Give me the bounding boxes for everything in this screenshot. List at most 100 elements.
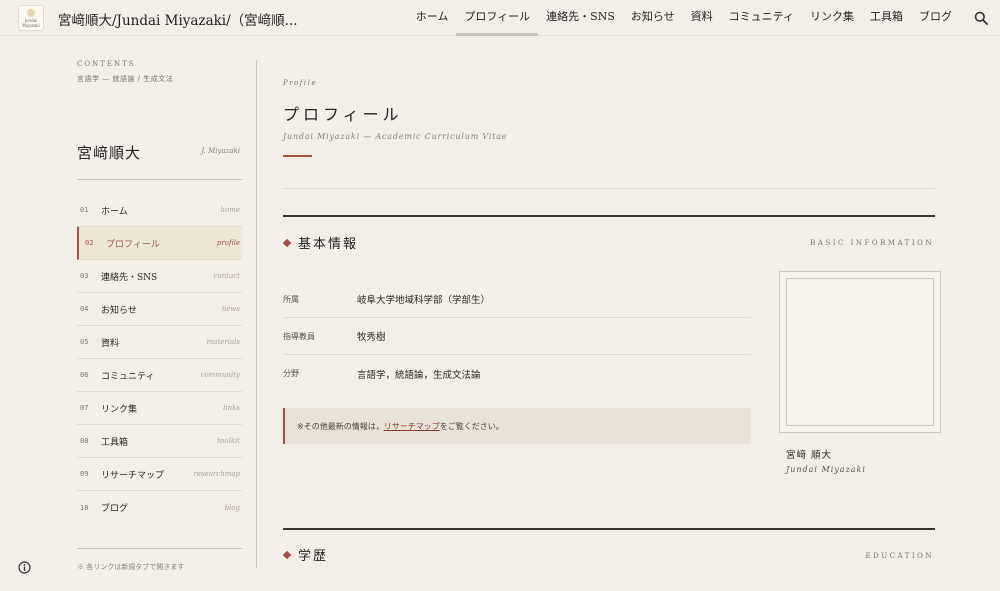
search-icon[interactable] [974, 11, 988, 25]
nav-materials[interactable]: 資料 [683, 0, 721, 36]
sidebar-item-label: リンク集 [101, 404, 138, 415]
sidebar-item-label: プロフィール [106, 239, 160, 250]
sidebar-item-number: 04 [80, 305, 89, 313]
sidebar-item-home[interactable]: 01 ホーム home [77, 194, 242, 227]
section-title-education: 学歴 [298, 549, 329, 564]
sidebar-item-en: profile [216, 239, 240, 247]
profile-photo-frame [779, 271, 941, 433]
nav-contact[interactable]: 連絡先・SNS [538, 0, 623, 36]
section-heading-education: 学歴 [282, 545, 329, 564]
info-value: 言語学，統語論，生成文法論 [357, 369, 481, 381]
section-rule-education [283, 528, 935, 530]
sidebar-item-number: 01 [80, 206, 89, 214]
logo-emblem-icon [27, 8, 35, 17]
basic-info-table: 所属 岐阜大学地域科学部（学部生） 指導教員 牧秀樹 分野 言語学，統語論，生成… [283, 281, 751, 392]
page-subtitle: Jundai Miyazaki — Academic Curriculum Vi… [283, 132, 508, 141]
sidebar-item-toolkit[interactable]: 08 工具箱 toolkit [77, 425, 242, 458]
nav-toolkit[interactable]: 工具箱 [862, 0, 911, 36]
sidebar-name-row: 宮﨑順大 J. Miyazaki [77, 142, 242, 166]
sidebar-item-label: お知らせ [101, 305, 137, 316]
sidebar-bottom-divider [77, 548, 242, 549]
sidebar-item-number: 03 [80, 272, 89, 280]
sidebar-item-en: links [223, 404, 240, 412]
page-title: プロフィール [283, 105, 403, 124]
sidebar-item-label: リサーチマップ [101, 470, 165, 481]
nav-community[interactable]: コミュニティ [721, 0, 802, 36]
sidebar-item-label: コミュニティ [101, 371, 155, 382]
sidebar-item-news[interactable]: 04 お知らせ news [77, 293, 242, 326]
sidebar-item-en: blog [224, 503, 240, 512]
top-nav: ホーム プロフィール 連絡先・SNS お知らせ 資料 コミュニティ リンク集 工… [408, 0, 960, 36]
sidebar-nav: 01 ホーム home 02 プロフィール profile 03 連絡先・SNS… [77, 194, 242, 524]
profile-photo-placeholder [786, 278, 934, 426]
nav-links[interactable]: リンク集 [802, 0, 862, 36]
diamond-bullet-icon [282, 550, 292, 559]
sidebar-item-number: 07 [80, 404, 89, 412]
nav-home[interactable]: ホーム [408, 0, 457, 36]
sidebar-item-en: toolkit [217, 437, 240, 445]
sidebar-item-contact[interactable]: 03 連絡先・SNS contact [77, 260, 242, 293]
info-value: 岐阜大学地域科学部（学部生） [357, 295, 491, 306]
nav-blog[interactable]: ブログ [911, 0, 960, 36]
notice-text-pre: ※その他最新の情報は， [297, 421, 384, 431]
sidebar-item-number: 10 [80, 503, 89, 512]
nav-profile[interactable]: プロフィール [456, 0, 538, 36]
info-key: 指導教員 [283, 331, 315, 341]
sidebar-item-blog[interactable]: 10 ブログ blog [77, 491, 242, 524]
researchmap-notice: ※その他最新の情報は， リサーチマップ をご覧ください。 [283, 408, 751, 444]
section-rule-basic [283, 215, 935, 217]
sidebar-item-number: 08 [80, 437, 89, 445]
sidebar-item-en: community [200, 371, 240, 379]
logo-text-2: Miyazaki [22, 22, 40, 28]
sidebar-item-number: 02 [85, 239, 94, 247]
sidebar-note: ※ 各リンクは新規タブで開きます [77, 563, 185, 571]
researchmap-link[interactable]: リサーチマップ [384, 421, 440, 432]
info-row-field: 分野 言語学，統語論，生成文法論 [283, 355, 751, 392]
sidebar-item-en: materials [206, 338, 240, 346]
sidebar-item-community[interactable]: 06 コミュニティ community [77, 359, 242, 392]
sidebar-item-en: researchmap [193, 470, 240, 478]
info-row-affiliation: 所属 岐阜大学地域科学部（学部生） [283, 281, 751, 318]
sidebar-item-links[interactable]: 07 リンク集 links [77, 392, 242, 425]
section-title-basic: 基本情報 [298, 237, 359, 252]
sidebar-item-label: 連絡先・SNS [101, 272, 158, 283]
site-title[interactable]: 宮﨑順大/Jundai Miyazaki/（宮﨑順... [58, 9, 298, 29]
sidebar-item-en: contact [213, 272, 240, 280]
sidebar-divider [77, 179, 242, 180]
section-title-basic-en: BASIC INFORMATION [810, 239, 934, 247]
nav-news[interactable]: お知らせ [623, 0, 683, 36]
top-bar: Jundai Miyazaki 宮﨑順大/Jundai Miyazaki/（宮﨑… [0, 0, 1000, 36]
sidebar-item-researchmap[interactable]: 09 リサーチマップ researchmap [77, 458, 242, 491]
diamond-bullet-icon [282, 238, 292, 247]
sidebar-item-number: 09 [80, 470, 89, 478]
sidebar-item-number: 05 [80, 338, 89, 346]
site-logo[interactable]: Jundai Miyazaki [18, 5, 44, 31]
info-key: 所属 [283, 294, 299, 304]
sidebar-item-label: 工具箱 [101, 437, 129, 448]
contents-label: CONTENTS [77, 60, 136, 68]
notice-text-post: をご覧ください。 [439, 421, 504, 431]
sidebar-item-en: home [220, 206, 240, 214]
content-divider [256, 60, 257, 568]
info-value: 牧秀樹 [357, 332, 386, 343]
info-icon[interactable] [18, 561, 31, 574]
sidebar-name: 宮﨑順大 [77, 144, 142, 162]
sidebar-item-en: news [221, 305, 240, 313]
sidebar-item-number: 06 [80, 371, 89, 379]
title-accent-bar [283, 155, 312, 157]
sidebar-item-label: ブログ [101, 504, 129, 514]
contents-subtitle: 言語学 — 統語論 / 生成文法 [77, 75, 174, 83]
sidebar-item-label: 資料 [101, 338, 120, 349]
photo-caption-name: 宮﨑 順大 [786, 450, 833, 461]
sidebar-item-label: ホーム [101, 206, 128, 217]
photo-caption-name-en: Jundai Miyazaki [786, 465, 866, 474]
info-key: 分野 [283, 369, 299, 378]
header-divider [283, 188, 935, 189]
sidebar-name-en: J. Miyazaki [201, 147, 240, 155]
sidebar-item-materials[interactable]: 05 資料 materials [77, 326, 242, 359]
section-heading-basic: 基本情報 [282, 233, 359, 252]
info-row-advisor: 指導教員 牧秀樹 [283, 318, 751, 355]
sidebar-item-profile[interactable]: 02 プロフィール profile [77, 227, 242, 260]
section-title-education-en: EDUCATION [865, 552, 934, 560]
sidebar: CONTENTS 言語学 — 統語論 / 生成文法 宮﨑順大 J. Miyaza… [77, 60, 242, 514]
